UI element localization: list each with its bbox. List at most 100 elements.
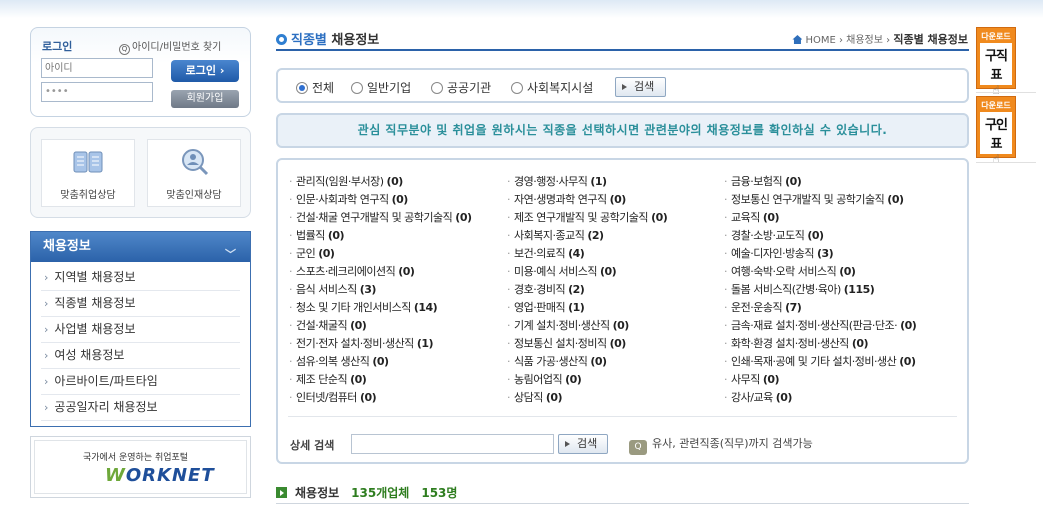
bullet-dot-icon: ·	[289, 283, 293, 296]
category-link[interactable]: · 스포츠·레크리에이션직 (0)	[289, 263, 472, 281]
bullet-dot-icon: ·	[724, 283, 728, 296]
radio-all[interactable]: 전체	[296, 79, 334, 96]
talent-consult-button[interactable]: 맞춤인재상담	[147, 139, 241, 207]
find-id-password-link[interactable]: Q 아이디/비밀번호 찾기	[119, 38, 221, 55]
bullet-dot-icon: ·	[289, 301, 293, 314]
category-link[interactable]: · 경찰·소방·교도직 (0)	[724, 227, 916, 245]
password-input[interactable]: ••••	[41, 82, 153, 102]
summary-divider	[276, 503, 969, 504]
summary-label: 채용정보	[295, 486, 340, 500]
radio-label: 전체	[312, 81, 335, 95]
category-name: 경찰·소방·교도직	[731, 229, 805, 242]
top-band	[0, 0, 1043, 18]
worknet-logo-w: W	[105, 465, 126, 486]
job-info-menu-header[interactable]: 채용정보 ﹀	[31, 232, 250, 262]
menu-item-parttime[interactable]: › 아르바이트/파트타임	[41, 369, 240, 395]
category-link[interactable]: · 예술·디자인·방송직 (3)	[724, 245, 916, 263]
download-title: 구직표	[985, 49, 1008, 83]
category-link[interactable]: · 강사/교육 (0)	[724, 389, 916, 407]
bullet-dot-icon: ·	[507, 193, 511, 206]
category-link[interactable]: · 경호·경비직 (2)	[507, 281, 667, 299]
download-job-offer-form[interactable]: 다운로드 구인표 ☝	[976, 96, 1016, 166]
category-link[interactable]: · 기계 설치·정비·생산직 (0)	[507, 317, 667, 335]
category-link[interactable]: · 농림어업직 (0)	[507, 371, 667, 389]
breadcrumb-level1[interactable]: 채용정보	[846, 35, 883, 46]
detail-search-input[interactable]	[351, 434, 554, 454]
category-link[interactable]: · 금속·재료 설치·정비·생산직(판금·단조· (0)	[724, 317, 917, 335]
menu-item-label: 여성 채용정보	[54, 348, 125, 362]
category-link[interactable]: · 건설·채굴 연구개발직 및 공학기술직 (0)	[289, 209, 472, 227]
bullet-dot-icon: ·	[724, 301, 728, 314]
category-count: (0)	[887, 193, 904, 206]
id-input[interactable]	[41, 58, 153, 78]
bullet-dot-icon: ·	[289, 175, 293, 188]
category-count: (0)	[391, 193, 409, 206]
category-name: 제조 연구개발직 및 공학기술직	[514, 211, 649, 224]
category-link[interactable]: · 운전·운송직 (7)	[724, 299, 916, 317]
download-card: 구직표 ☝	[980, 43, 1012, 97]
menu-item-business[interactable]: › 사업별 채용정보	[41, 317, 240, 343]
category-count: (0)	[609, 193, 627, 206]
category-name: 전기·전자 설치·정비·생산직	[296, 337, 414, 350]
category-link[interactable]: · 교육직 (0)	[724, 209, 916, 227]
detail-search-button[interactable]: 검색	[558, 434, 608, 454]
search-button-label: 검색	[634, 80, 655, 93]
search-button-label: 검색	[577, 437, 598, 450]
category-count: (0)	[612, 319, 630, 332]
category-link[interactable]: · 보건·의료직 (4)	[507, 245, 667, 263]
category-link[interactable]: · 식품 가공·생산직 (0)	[507, 353, 667, 371]
menu-item-region[interactable]: › 지역별 채용정보	[41, 265, 240, 291]
category-link[interactable]: · 화학·환경 설치·정비·생산직 (0)	[724, 335, 916, 353]
category-link[interactable]: · 여행·숙박·오락 서비스직 (0)	[724, 263, 916, 281]
category-link[interactable]: · 섬유·의복 생산직 (0)	[289, 353, 472, 371]
bullet-dot-icon: ·	[507, 175, 511, 188]
chevron-right-icon: ›	[44, 349, 49, 362]
radio-general-company[interactable]: 일반기업	[351, 79, 411, 96]
category-link[interactable]: · 정보통신 연구개발직 및 공학기술직 (0)	[724, 191, 916, 209]
category-link[interactable]: · 경영·행정·사무직 (1)	[507, 173, 667, 191]
category-link[interactable]: · 영업·판매직 (1)	[507, 299, 667, 317]
category-link[interactable]: · 미용·예식 서비스직 (0)	[507, 263, 667, 281]
category-link[interactable]: · 전기·전자 설치·정비·생산직 (1)	[289, 335, 472, 353]
category-link[interactable]: · 음식 서비스직 (3)	[289, 281, 472, 299]
category-count: (0)	[318, 247, 335, 260]
download-job-seeker-form[interactable]: 다운로드 구직표 ☝	[976, 27, 1016, 97]
category-link[interactable]: · 인문·사회과학 연구직 (0)	[289, 191, 472, 209]
category-link[interactable]: · 제조 연구개발직 및 공학기술직 (0)	[507, 209, 668, 227]
breadcrumb-home[interactable]: HOME	[805, 35, 835, 46]
category-link[interactable]: · 상담직 (0)	[507, 389, 667, 407]
category-count: (115)	[843, 283, 875, 296]
menu-item-occupation[interactable]: › 직종별 채용정보	[41, 291, 240, 317]
category-link[interactable]: · 관리직(임원·부서장) (0)	[289, 173, 472, 191]
category-count: (0)	[545, 391, 563, 404]
radio-public-institution[interactable]: 공공기관	[431, 79, 491, 96]
category-count: (0)	[899, 355, 916, 368]
job-consult-button[interactable]: 맞춤취업상담	[41, 139, 135, 207]
category-link[interactable]: · 정보통신 설치·정비직 (0)	[507, 335, 667, 353]
bullet-dot-icon: ·	[507, 355, 511, 368]
filter-search-button[interactable]: 검색	[615, 77, 666, 97]
category-link[interactable]: · 군인 (0)	[289, 245, 472, 263]
login-button[interactable]: 로그인 ›	[171, 60, 239, 82]
category-link[interactable]: · 건설·채굴직 (0)	[289, 317, 472, 335]
category-link[interactable]: · 금융·보험직 (0)	[724, 173, 916, 191]
menu-item-public[interactable]: › 공공일자리 채용정보	[41, 395, 240, 421]
bullet-dot-icon: ·	[724, 247, 728, 260]
join-button[interactable]: 회원가입	[171, 90, 239, 108]
category-link[interactable]: · 법률직 (0)	[289, 227, 472, 245]
category-link[interactable]: · 돌봄 서비스직(간병·육아) (115)	[724, 281, 916, 299]
category-box: · 관리직(임원·부서장) (0) · 인문·사회과학 연구직 (0) · 건설·채굴 연…	[276, 158, 969, 464]
category-link[interactable]: · 인쇄·목재·공예 및 기타 설치·정비·생산 (0)	[724, 353, 916, 371]
bullet-dot-icon: ·	[507, 265, 511, 278]
category-link[interactable]: · 인터넷/컴퓨터 (0)	[289, 389, 472, 407]
worknet-banner[interactable]: 국가에서 운영하는 취업포털 WORKNET	[30, 436, 251, 498]
category-link[interactable]: · 자연·생명과학 연구직 (0)	[507, 191, 667, 209]
menu-item-women[interactable]: › 여성 채용정보	[41, 343, 240, 369]
category-link[interactable]: · 청소 및 기타 개인서비스직 (14)	[289, 299, 472, 317]
category-link[interactable]: · 제조 단순직 (0)	[289, 371, 472, 389]
bullet-dot-icon: ·	[289, 193, 293, 206]
chevron-down-icon: ﹀	[225, 248, 236, 261]
category-link[interactable]: · 사회복지·종교직 (2)	[507, 227, 667, 245]
category-link[interactable]: · 사무직 (0)	[724, 371, 916, 389]
radio-social-welfare[interactable]: 사회복지시설	[511, 79, 593, 96]
